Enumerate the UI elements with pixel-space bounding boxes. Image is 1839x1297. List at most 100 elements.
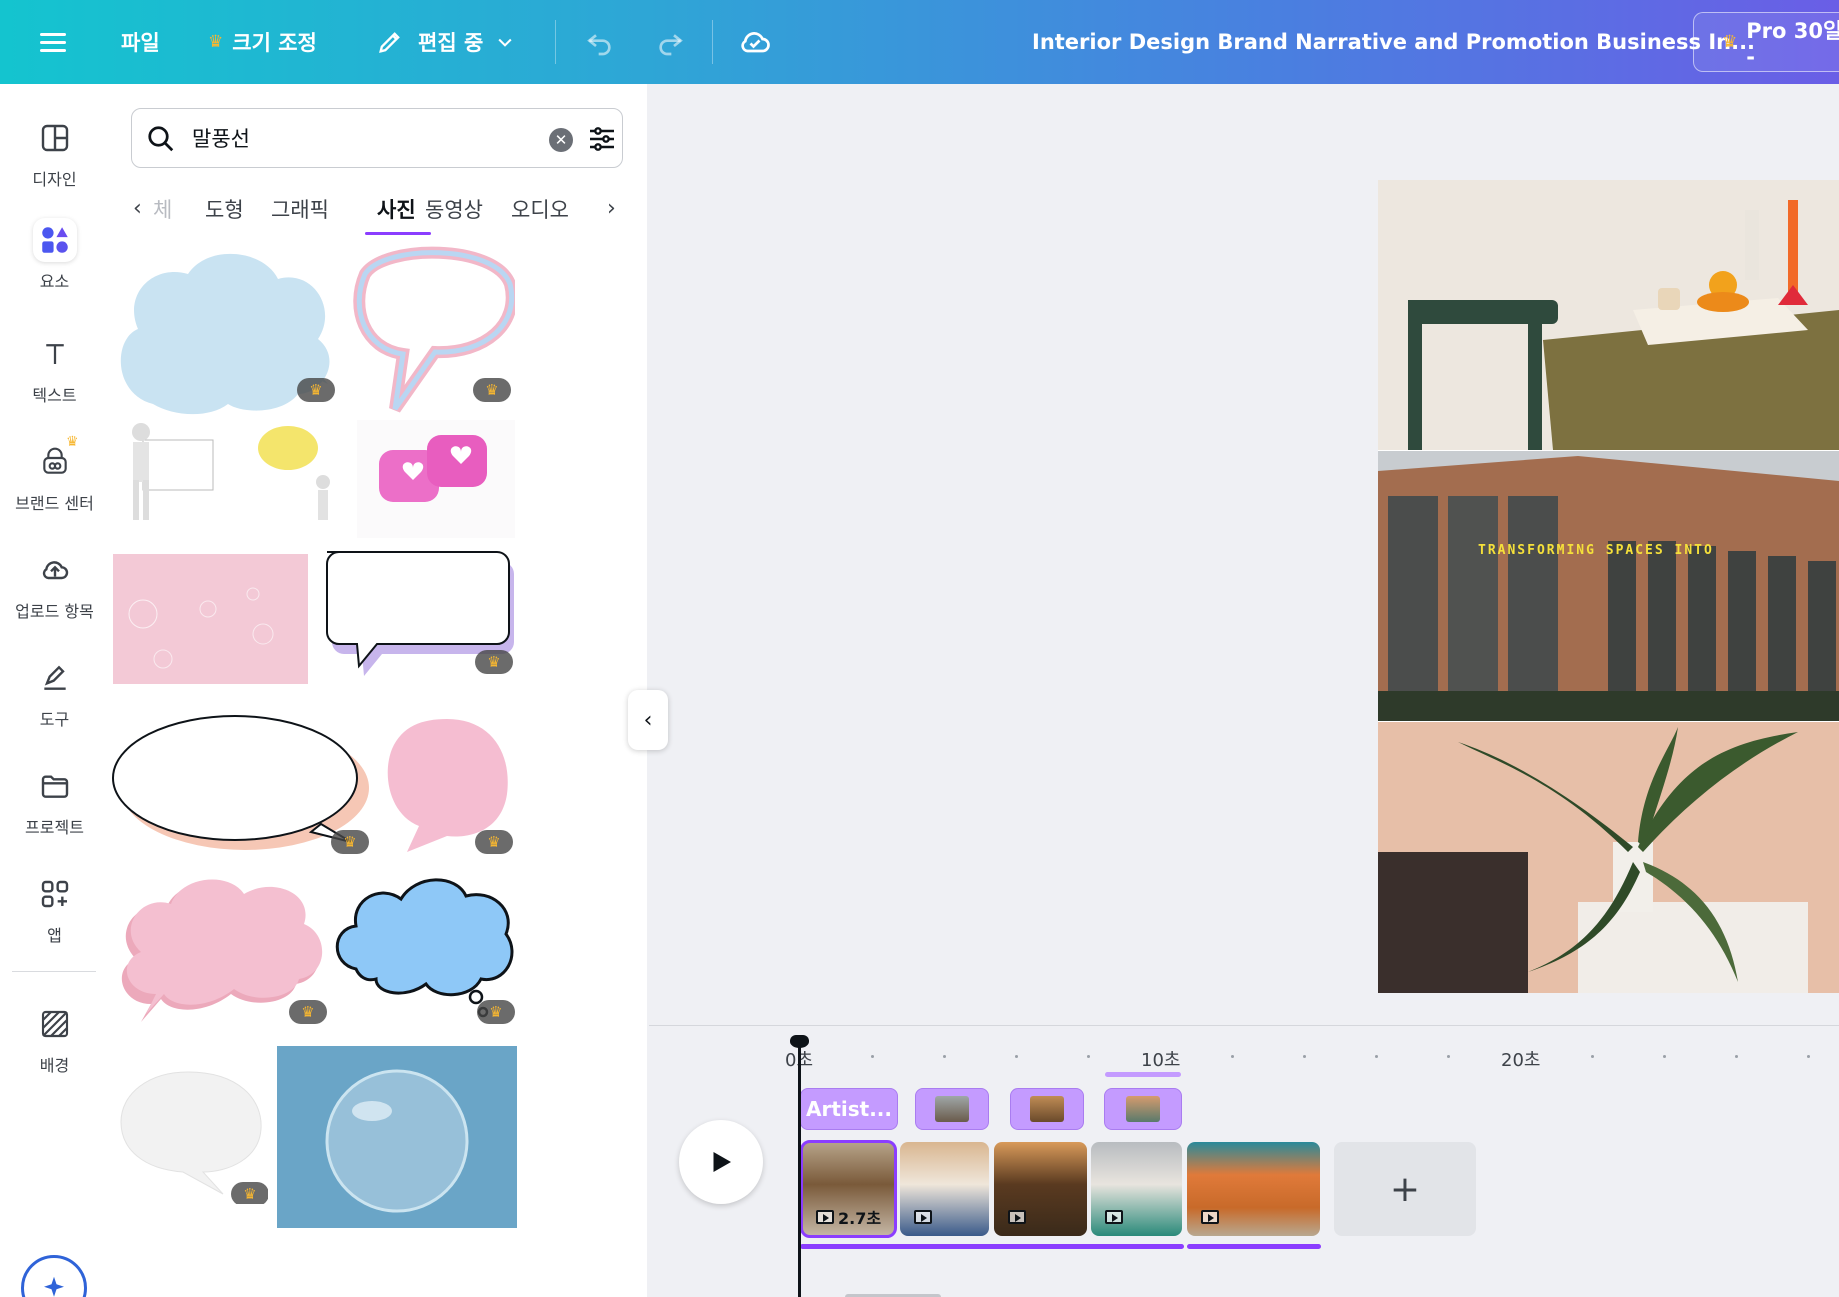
redo-button[interactable] [654, 0, 686, 84]
video-clip-3[interactable] [994, 1142, 1087, 1236]
result-blue-watercolor-bubble[interactable]: ♛ [113, 244, 337, 419]
result-3d-figure-sign[interactable] [113, 420, 353, 538]
timeline: 0초 10초 20초 Artist... 2.7초 [649, 1025, 1839, 1297]
audio-track-artist[interactable]: Artist... [800, 1088, 898, 1130]
photo-table-still-life[interactable] [1378, 180, 1839, 450]
video-clip-4[interactable] [1091, 1142, 1182, 1236]
redo-icon [659, 34, 683, 56]
result-pink-watercolor-bubble[interactable]: ♛ [377, 714, 517, 854]
design-page[interactable]: TRANSFORMING SPACES INTO [1378, 180, 1839, 993]
video-icon [1008, 1210, 1026, 1224]
rail-item-brand[interactable]: ♛ 브랜드 센터 [0, 434, 109, 514]
premium-crown-badge: ♛ [231, 1182, 268, 1204]
search-input[interactable]: 말풍선 [192, 123, 250, 153]
photo-building-facade[interactable]: TRANSFORMING SPACES INTO [1378, 451, 1839, 721]
result-glass-bubble-photo[interactable] [277, 1046, 517, 1228]
tick-dot [1231, 1055, 1234, 1058]
result-rainbow-bubble[interactable]: ♛ [345, 244, 515, 419]
audio-track-clip[interactable] [1010, 1088, 1084, 1130]
tick-dot [871, 1055, 874, 1058]
rail-item-text[interactable]: 텍스트 [0, 332, 109, 406]
undo-button[interactable] [584, 0, 616, 84]
chevron-down-icon [498, 38, 512, 47]
menu-icon[interactable] [40, 0, 68, 84]
crown-icon: ♛ [1722, 32, 1738, 52]
rail-label: 배경 [39, 1056, 70, 1075]
rail-item-background[interactable]: 배경 [0, 1002, 109, 1076]
tab-graphics[interactable]: 그래픽 [271, 194, 329, 224]
play-icon [713, 1152, 731, 1172]
audio-track-clip[interactable] [915, 1088, 989, 1130]
editing-mode-button[interactable]: 편집 중 [376, 0, 515, 84]
clear-search-button[interactable]: ✕ [549, 128, 573, 152]
design-layout-icon [33, 116, 77, 160]
playhead[interactable] [798, 1040, 801, 1297]
brand-kit-icon: ♛ [33, 434, 79, 484]
rail-label: 브랜드 센터 [15, 494, 94, 513]
video-clip-5[interactable] [1187, 1142, 1320, 1236]
resize-label: 크기 조정 [232, 31, 317, 55]
premium-crown-badge: ♛ [297, 378, 335, 402]
folder-icon [33, 764, 77, 808]
pro-trial-button[interactable]: ♛ Pro 30일 - [1693, 12, 1839, 72]
result-oval-bubble[interactable]: ♛ [111, 714, 369, 854]
rail-item-apps[interactable]: 앱 [0, 872, 109, 946]
undo-icon [587, 34, 611, 56]
result-pink-cloud-bubble[interactable]: ♛ [111, 874, 329, 1024]
audio-trim-indicator [1105, 1072, 1181, 1077]
top-bar: 파일 ♛ 크기 조정 편집 중 Interior Design Brand Na… [0, 0, 1839, 84]
pro-trial-label: Pro 30일 - [1746, 19, 1839, 69]
tabs-prev-icon[interactable]: ‹ [133, 196, 142, 221]
rail-label: 앱 [47, 926, 62, 945]
result-white-3d-bubble[interactable]: ♛ [113, 1054, 268, 1204]
tabs-next-icon[interactable]: › [607, 196, 616, 221]
tick-dot [1015, 1055, 1018, 1058]
rail-item-tools[interactable]: 도구 [0, 656, 109, 730]
audio-thumbnail [1030, 1096, 1064, 1122]
add-clip-button[interactable]: + [1334, 1142, 1476, 1236]
play-button[interactable] [679, 1120, 763, 1204]
clip-duration-badge: 2.7초 [816, 1207, 881, 1228]
premium-crown-badge: ♛ [473, 378, 511, 402]
time-marker-20: 20초 [1501, 1050, 1541, 1071]
clip-type-badge [914, 1207, 932, 1227]
plus-icon: + [1389, 1168, 1421, 1210]
file-menu[interactable]: 파일 [121, 0, 160, 84]
result-pink-bubbles-photo[interactable] [113, 554, 308, 684]
collapse-panel-button[interactable]: ‹ [628, 690, 668, 750]
save-status-button[interactable] [737, 0, 773, 84]
audio-duration-bar [800, 1244, 1184, 1249]
audio-track-clip[interactable] [1104, 1088, 1182, 1130]
toolbar-divider [712, 20, 713, 64]
rail-item-elements[interactable]: 요소 [0, 218, 109, 292]
time-marker-10: 10초 [1141, 1050, 1181, 1071]
result-outline-rect-bubble[interactable]: ♛ [317, 544, 517, 684]
photo-potted-plant[interactable] [1378, 722, 1839, 993]
search-icon [148, 126, 174, 152]
toolbar-divider [555, 20, 556, 64]
tab-videos[interactable]: 동영상 [425, 194, 483, 224]
magic-assistant-button[interactable] [21, 1255, 87, 1297]
result-blue-cloud-bubble[interactable]: ♛ [331, 874, 517, 1024]
text-t-icon [33, 332, 77, 376]
rail-item-projects[interactable]: 프로젝트 [0, 764, 109, 838]
rail-label: 업로드 항목 [15, 602, 94, 621]
video-clip-2[interactable] [900, 1142, 989, 1236]
result-pink-heart-bubbles[interactable] [357, 420, 515, 538]
tab-photos[interactable]: 사진 [377, 194, 416, 224]
filter-sliders-icon[interactable] [586, 123, 618, 155]
resize-button[interactable]: ♛ 크기 조정 [208, 0, 317, 84]
document-title[interactable]: Interior Design Brand Narrative and Prom… [1032, 0, 1755, 84]
clip-type-badge [1201, 1207, 1219, 1227]
left-rail: 디자인 요소 텍스트 ♛ 브랜드 센터 업로드 항목 도구 프로젝트 앱 배경 [0, 84, 109, 1297]
rail-item-uploads[interactable]: 업로드 항목 [0, 548, 109, 622]
canvas-heading-text[interactable]: TRANSFORMING SPACES INTO [1478, 543, 1714, 558]
tab-shapes[interactable]: 도형 [205, 194, 244, 224]
tab-audio[interactable]: 오디오 [511, 194, 569, 224]
clip-type-badge [1008, 1207, 1026, 1227]
tab-all[interactable]: 체 [153, 194, 172, 224]
tick-dot [1087, 1055, 1090, 1058]
search-box[interactable]: 말풍선 ✕ [131, 108, 623, 168]
rail-item-design[interactable]: 디자인 [0, 116, 109, 190]
video-clip-1[interactable]: 2.7초 [800, 1140, 897, 1238]
